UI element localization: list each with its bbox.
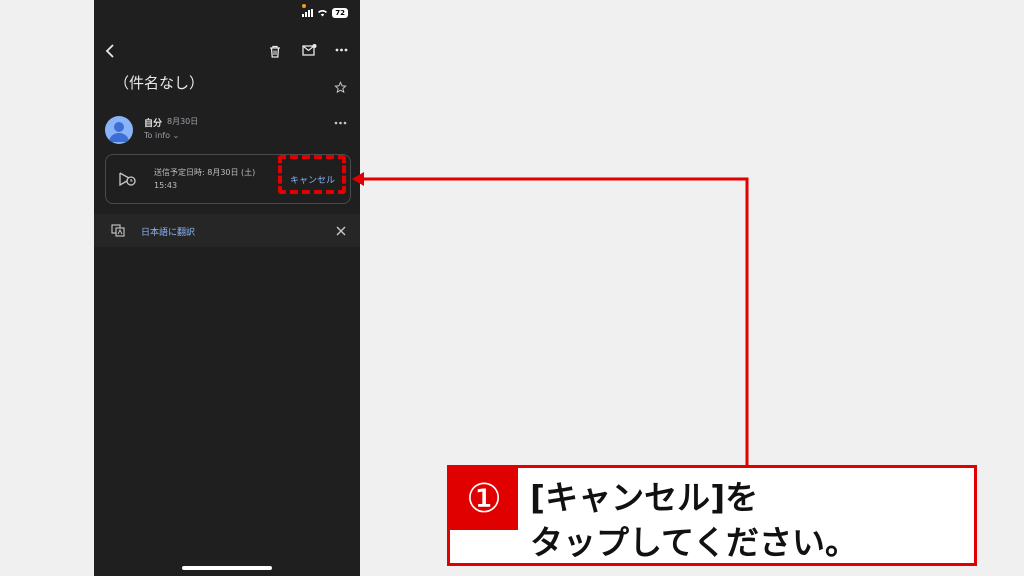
instruction-callout: ① [キャンセル]を タップしてください。: [447, 465, 977, 566]
step-number-badge: ①: [450, 468, 518, 530]
instruction-line-2: タップしてください。: [530, 523, 859, 562]
instruction-line-1: [キャンセル]を: [530, 478, 759, 517]
